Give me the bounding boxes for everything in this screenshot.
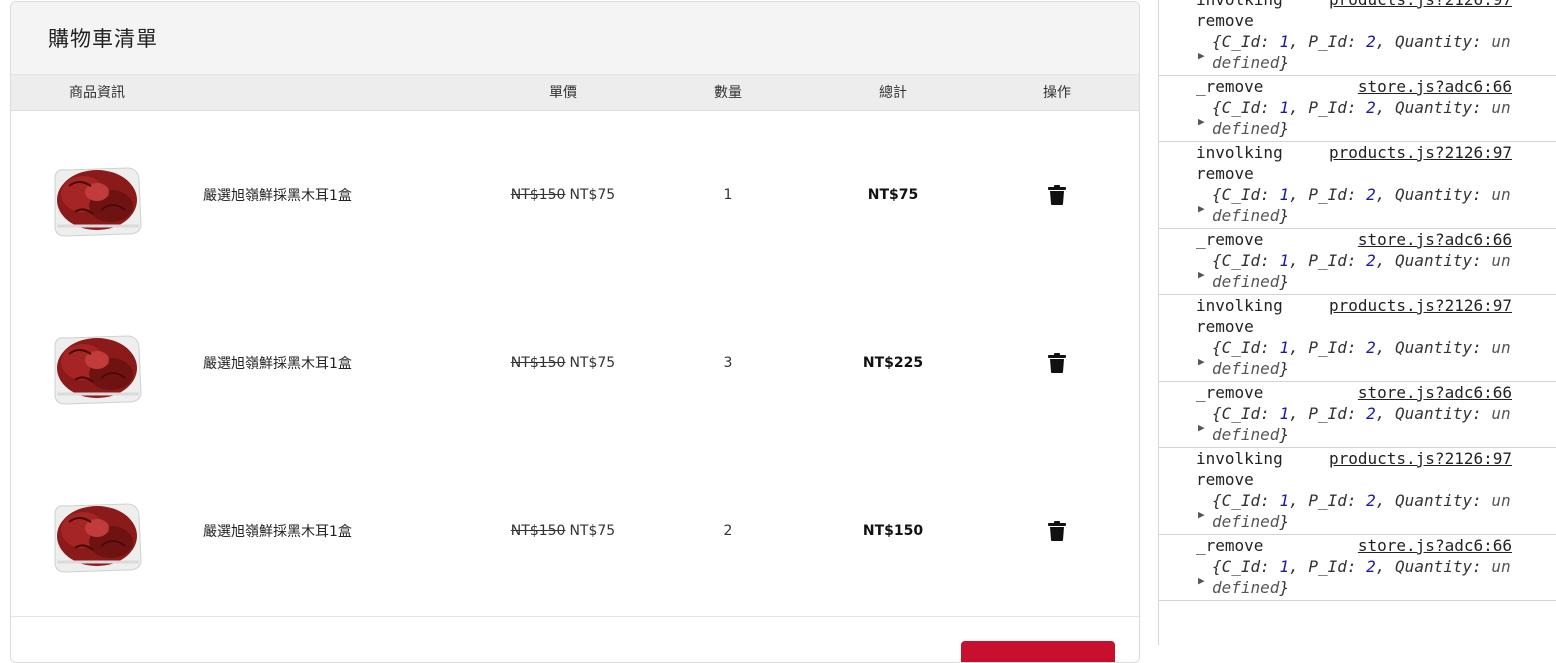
product-name: 嚴選旭嶺鮮採黑木耳1盒 xyxy=(203,356,352,372)
expand-triangle-icon[interactable]: ▶ xyxy=(1198,351,1205,372)
log-source-link[interactable]: store.js?adc6:66 xyxy=(1358,229,1512,250)
cart-header: 購物車清單 xyxy=(11,2,1139,75)
product-image xyxy=(47,111,147,279)
original-price: NT$150 xyxy=(510,523,566,539)
quantity: 1 xyxy=(723,187,733,203)
original-price: NT$150 xyxy=(510,355,566,371)
table-row: 嚴選旭嶺鮮採黑木耳1盒 NT$150 NT$75 3 NT$225 xyxy=(11,279,1139,447)
console-log-entry: _remove store.js?adc6:66 ▶ {C_Id: 1, P_Id:… xyxy=(1159,229,1556,295)
sale-price: NT$75 xyxy=(569,355,616,371)
table-row: 嚴選旭嶺鮮採黑木耳1盒 NT$150 NT$75 2 NT$150 xyxy=(11,447,1139,615)
header-price: 單價 xyxy=(549,85,577,101)
trash-icon[interactable] xyxy=(1048,185,1066,205)
log-source-link[interactable]: store.js?adc6:66 xyxy=(1358,382,1512,403)
expand-triangle-icon[interactable]: ▶ xyxy=(1198,570,1205,591)
header-quantity: 數量 xyxy=(714,85,742,101)
cart-title: 購物車清單 xyxy=(48,27,158,51)
console-log-entry: _remove store.js?adc6:66 ▶ {C_Id: 1, P_Id:… xyxy=(1159,382,1556,448)
log-source-link[interactable]: store.js?adc6:66 xyxy=(1358,76,1512,97)
product-image xyxy=(47,279,147,447)
expand-triangle-icon[interactable]: ▶ xyxy=(1198,417,1205,438)
devtools-console: involking products.js?2126:97 remove ▶{C_… xyxy=(1158,0,1556,645)
log-object[interactable]: ▶ {C_Id: 1, P_Id: 2, Quantity: undefined} xyxy=(1159,490,1512,532)
log-source-link[interactable]: store.js?adc6:66 xyxy=(1358,535,1512,556)
trash-icon[interactable] xyxy=(1048,353,1066,373)
original-price: NT$150 xyxy=(510,187,566,203)
delete-button[interactable] xyxy=(1005,111,1109,279)
log-message-2: remove xyxy=(1196,164,1254,183)
expand-triangle-icon[interactable]: ▶ xyxy=(1198,111,1205,132)
checkout-button[interactable] xyxy=(961,641,1115,662)
expand-triangle-icon[interactable]: ▶ xyxy=(1198,45,1205,66)
cart-footer-divider xyxy=(11,616,1139,617)
header-action: 操作 xyxy=(1043,85,1071,101)
product-name: 嚴選旭嶺鮮採黑木耳1盒 xyxy=(203,524,352,540)
header-total: 總計 xyxy=(879,85,907,101)
log-object[interactable]: ▶ {C_Id: 1, P_Id: 2, Quantity: undefined} xyxy=(1159,403,1512,445)
black-fungus-product-image xyxy=(54,503,142,573)
trash-icon[interactable] xyxy=(1048,521,1066,541)
log-message-2: remove xyxy=(1196,317,1254,336)
console-log-entry: involking products.js?2126:97 remove ▶{C_… xyxy=(1159,0,1556,76)
log-source-link[interactable]: products.js?2126:97 xyxy=(1329,142,1512,163)
black-fungus-product-image xyxy=(54,335,142,405)
row-total: NT$225 xyxy=(862,355,924,371)
log-message: involking xyxy=(1196,296,1283,315)
log-source-link[interactable]: products.js?2126:97 xyxy=(1329,448,1512,469)
log-message: _remove xyxy=(1196,230,1264,249)
product-image xyxy=(47,447,147,615)
console-log-entry: _remove store.js?adc6:66 ▶ {C_Id: 1, P_Id:… xyxy=(1159,535,1556,601)
log-source-link[interactable]: products.js?2126:97 xyxy=(1329,0,1512,10)
log-object[interactable]: ▶ {C_Id: 1, P_Id: 2, Quantity: undefined} xyxy=(1159,250,1512,292)
delete-button[interactable] xyxy=(1005,279,1109,447)
cart-panel: 購物車清單 商品資訊 單價 數量 總計 操作 嚴選旭嶺鮮採黑木耳1盒 NT$15… xyxy=(10,1,1140,663)
expand-triangle-icon[interactable]: ▶ xyxy=(1198,198,1205,219)
log-message: involking xyxy=(1196,0,1283,10)
row-total: NT$75 xyxy=(867,187,919,203)
unit-price: NT$150 NT$75 xyxy=(473,279,653,447)
product-name: 嚴選旭嶺鮮採黑木耳1盒 xyxy=(203,188,352,204)
log-object[interactable]: ▶ {C_Id: 1, P_Id: 2, Quantity: undefined} xyxy=(1159,337,1512,379)
log-object[interactable]: ▶ {C_Id: 1, P_Id: 2, Quantity: undefined} xyxy=(1159,31,1512,73)
log-message: involking xyxy=(1196,143,1283,162)
log-message-2: remove xyxy=(1196,470,1254,489)
row-total: NT$150 xyxy=(862,523,924,539)
quantity: 2 xyxy=(723,523,733,539)
table-row: 嚴選旭嶺鮮採黑木耳1盒 NT$150 NT$75 1 NT$75 xyxy=(11,111,1139,279)
cart-rows: 嚴選旭嶺鮮採黑木耳1盒 NT$150 NT$75 1 NT$75 嚴選旭嶺鮮採黑… xyxy=(11,111,1139,616)
log-message: _remove xyxy=(1196,77,1264,96)
expand-triangle-icon[interactable]: ▶ xyxy=(1198,264,1205,285)
sale-price: NT$75 xyxy=(569,523,616,539)
log-source-link[interactable]: products.js?2126:97 xyxy=(1329,295,1512,316)
console-log-entry: involking products.js?2126:97 remove ▶{C_… xyxy=(1159,448,1556,535)
log-object[interactable]: ▶ {C_Id: 1, P_Id: 2, Quantity: undefined} xyxy=(1159,184,1512,226)
console-log-entry: involking products.js?2126:97 remove ▶{C_… xyxy=(1159,295,1556,382)
table-header: 商品資訊 單價 數量 總計 操作 xyxy=(11,75,1139,111)
log-message: _remove xyxy=(1196,383,1264,402)
unit-price: NT$150 NT$75 xyxy=(473,111,653,279)
console-log-entry: involking products.js?2126:97 remove ▶{C_… xyxy=(1159,142,1556,229)
console-log-entry: _remove store.js?adc6:66 ▶ {C_Id: 1, P_Id:… xyxy=(1159,76,1556,142)
log-message-2: remove xyxy=(1196,11,1254,30)
quantity: 3 xyxy=(723,355,733,371)
log-object[interactable]: ▶ {C_Id: 1, P_Id: 2, Quantity: undefined} xyxy=(1159,556,1512,598)
header-product: 商品資訊 xyxy=(69,85,125,101)
delete-button[interactable] xyxy=(1005,447,1109,615)
log-message: involking xyxy=(1196,449,1283,468)
log-message: _remove xyxy=(1196,536,1264,555)
console-log-list: involking products.js?2126:97 remove ▶{C_… xyxy=(1159,0,1556,601)
sale-price: NT$75 xyxy=(569,187,616,203)
expand-triangle-icon[interactable]: ▶ xyxy=(1198,504,1205,525)
log-object[interactable]: ▶ {C_Id: 1, P_Id: 2, Quantity: undefined} xyxy=(1159,97,1512,139)
unit-price: NT$150 NT$75 xyxy=(473,447,653,615)
black-fungus-product-image xyxy=(54,167,142,237)
